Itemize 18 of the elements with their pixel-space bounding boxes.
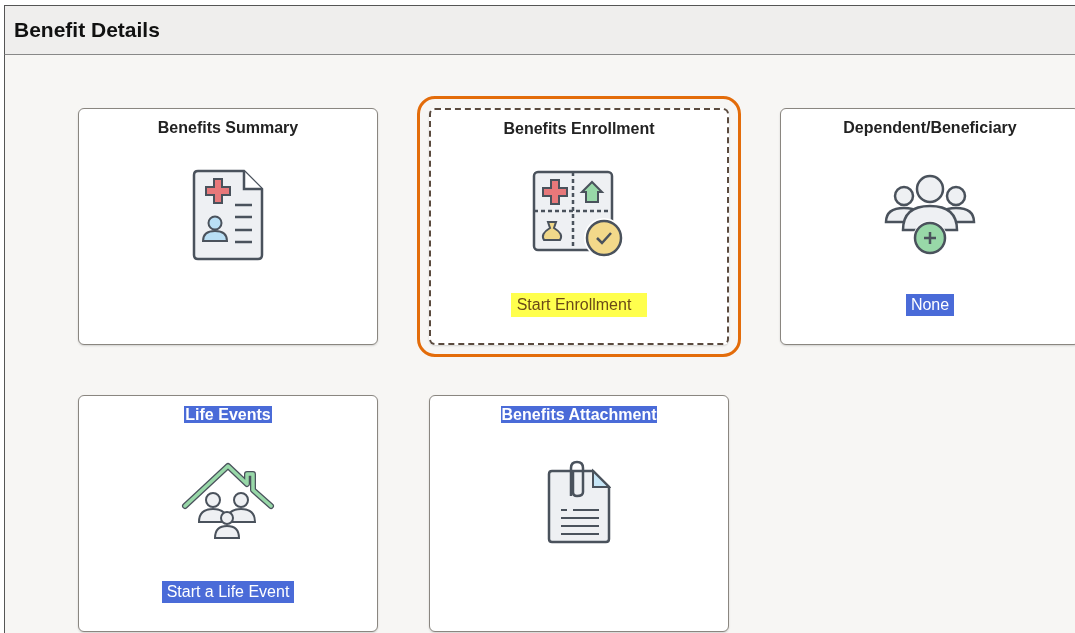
tile-status[interactable]: Start Enrollment — [510, 293, 648, 317]
tile-title: Dependent/Beneficiary — [842, 119, 1018, 136]
tile-title: Benefits Summary — [156, 119, 300, 136]
tile[interactable]: Dependent/Beneficiary None — [780, 108, 1075, 345]
enrollment-grid-icon — [532, 169, 626, 260]
people-add-icon — [882, 173, 978, 256]
medical-document-icon — [191, 168, 265, 261]
page-title: Benefit Details — [14, 18, 160, 42]
tile-status[interactable]: None — [905, 294, 955, 316]
tile[interactable]: Life Events Start a Life Event — [78, 395, 378, 632]
tile-title: Benefits Attachment — [500, 406, 658, 423]
attached-document-icon — [547, 459, 611, 544]
tile-title: Benefits Enrollment — [502, 120, 656, 137]
house-family-icon — [181, 461, 275, 542]
tile[interactable]: Benefits Summary — [78, 108, 378, 345]
tile[interactable]: Benefits Attachment — [429, 395, 729, 632]
tile-title: Life Events — [184, 406, 272, 423]
tile-status[interactable]: Start a Life Event — [161, 581, 295, 603]
